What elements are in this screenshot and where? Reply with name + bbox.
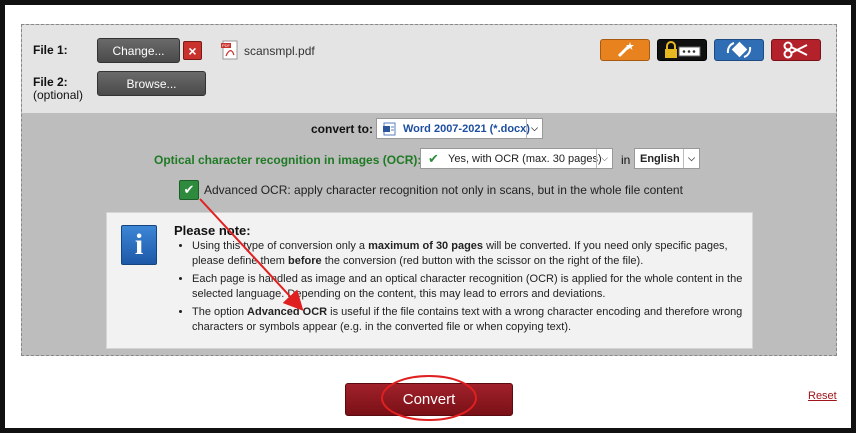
change-file-button[interactable]: Change...: [97, 38, 180, 63]
magic-wand-icon: [617, 42, 634, 58]
file2-optional: (optional): [33, 88, 84, 102]
chevron-down-icon: ⌵: [683, 149, 699, 168]
convert-to-label: convert to:: [311, 122, 374, 136]
conversion-panel: File 1: Change... × PDF scansmpl.pdf Fil…: [21, 24, 837, 356]
scissors-button[interactable]: [771, 39, 821, 61]
file2-label-group: File 2: (optional): [33, 76, 83, 102]
browse-button[interactable]: Browse...: [97, 71, 206, 96]
rotate-button[interactable]: [714, 39, 764, 61]
svg-text:PDF: PDF: [222, 43, 231, 48]
convert-button[interactable]: Convert: [345, 383, 513, 416]
ocr-in-label: in: [621, 153, 631, 167]
language-select[interactable]: English ⌵: [634, 148, 700, 169]
note-item: Using this type of conversion only a max…: [192, 239, 744, 269]
file1-name: scansmpl.pdf: [244, 44, 315, 58]
ocr-label: Optical character recognition in images …: [154, 153, 422, 167]
advanced-ocr-label: Advanced OCR: apply character recognitio…: [204, 183, 683, 197]
password-button[interactable]: [657, 39, 707, 61]
note-title: Please note:: [174, 223, 251, 238]
magic-wand-button[interactable]: [600, 39, 650, 61]
ocr-select[interactable]: ✔ Yes, with OCR (max. 30 pages) ⌵: [420, 148, 613, 169]
file-area: File 1: Change... × PDF scansmpl.pdf Fil…: [22, 25, 836, 113]
delete-file-button[interactable]: ×: [183, 41, 202, 60]
word-doc-icon: [383, 122, 396, 136]
close-icon: ×: [188, 42, 197, 59]
scissors-icon: [783, 41, 808, 59]
chevron-down-icon: ⌵: [596, 149, 612, 168]
info-icon: i: [121, 225, 157, 265]
note-list: Using this type of conversion only a max…: [174, 239, 744, 338]
pdf-file-icon: PDF: [221, 40, 238, 60]
checkmark-icon: ✔: [428, 151, 439, 166]
password-lock-icon: [665, 41, 701, 58]
ocr-value: Yes, with OCR (max. 30 pages): [448, 152, 602, 165]
note-box: i Please note: Using this type of conver…: [106, 212, 753, 349]
chevron-down-icon: ⌵: [526, 119, 542, 138]
checkmark-icon: ✔: [183, 182, 195, 197]
language-value: English: [640, 152, 680, 165]
rotate-icon: [726, 41, 752, 58]
convert-to-select[interactable]: Word 2007-2021 (*.docx) ⌵: [376, 118, 543, 139]
note-item: The option Advanced OCR is useful if the…: [192, 305, 744, 335]
file1-label: File 1:: [33, 43, 68, 57]
advanced-ocr-checkbox[interactable]: ✔: [179, 180, 199, 200]
convert-to-value: Word 2007-2021 (*.docx): [403, 122, 530, 135]
reset-link[interactable]: Reset: [808, 390, 837, 402]
note-item: Each page is handled as image and an opt…: [192, 272, 744, 302]
file2-label: File 2:: [33, 75, 68, 89]
